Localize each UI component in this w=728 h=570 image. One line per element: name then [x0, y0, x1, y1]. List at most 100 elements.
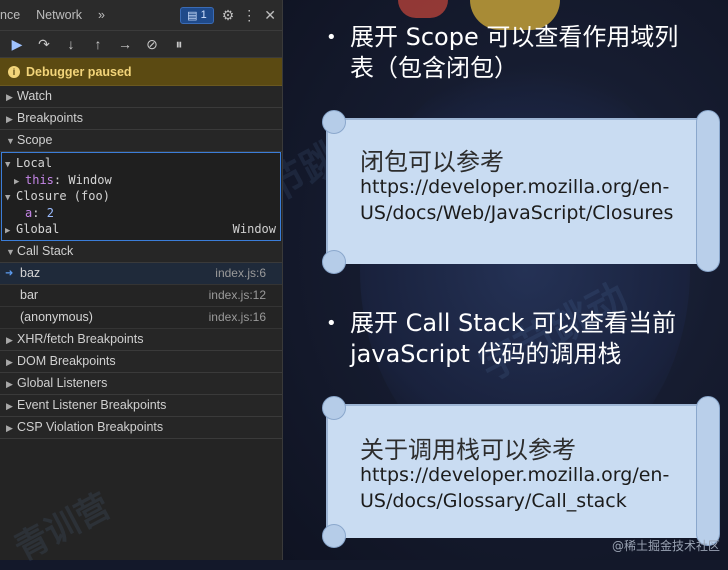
- scope-global[interactable]: ▶ Global Window: [2, 221, 280, 238]
- scroll-curl: [322, 524, 346, 548]
- reference-card-call-stack: 关于调用栈可以参考 https://developer.mozilla.org/…: [322, 396, 720, 548]
- section-breakpoints[interactable]: ▶ Breakpoints: [0, 108, 282, 130]
- more-vert-icon[interactable]: ⋮: [242, 8, 256, 22]
- card-url[interactable]: https://developer.mozilla.org/en- US/doc…: [360, 174, 673, 226]
- message-icon: ▤: [187, 9, 198, 22]
- caret-right-icon: ▶: [6, 400, 13, 411]
- gear-icon[interactable]: ⚙: [222, 8, 235, 22]
- scope-label: Local: [16, 156, 53, 170]
- section-label: Call Stack: [17, 243, 74, 258]
- section-event-listener-breakpoints[interactable]: ▶ Event Listener Breakpoints: [0, 394, 282, 417]
- frame-name: baz: [20, 265, 41, 280]
- scroll-curl: [322, 110, 346, 134]
- step-icon[interactable]: →: [117, 36, 133, 52]
- card-url-line: https://developer.mozilla.org/en-: [360, 464, 670, 486]
- bullet-text-line: 展开 Scope 可以查看作用域列: [350, 23, 679, 51]
- caret-right-icon: ▶: [6, 334, 13, 345]
- card-url[interactable]: https://developer.mozilla.org/en- US/doc…: [360, 462, 669, 514]
- devtools-panel: nce Network » ▤ 1 ⚙ ⋮ ✕ ▶ ↷ ↓ ↑ → ⊘ ⏸ i …: [0, 0, 283, 569]
- section-label: Scope: [17, 133, 53, 147]
- section-label: Breakpoints: [17, 111, 84, 125]
- reference-card-closures: 闭包可以参考 https://developer.mozilla.org/en-…: [322, 110, 720, 274]
- more-tabs-button[interactable]: »: [90, 0, 113, 30]
- section-scope[interactable]: ▼ Scope: [0, 130, 282, 152]
- debugger-paused-banner: i Debugger paused: [0, 58, 282, 86]
- section-watch[interactable]: ▶ Watch: [0, 86, 282, 108]
- scope-closure[interactable]: ▼ Closure (foo): [2, 188, 280, 205]
- issues-count: 1: [200, 9, 207, 21]
- step-out-icon[interactable]: ↑: [90, 36, 106, 52]
- caret-down-icon: ▼: [6, 246, 15, 257]
- bullet-call-stack: • 展开 Call Stack 可以查看当前 javaScript 代码的调用栈: [326, 308, 677, 370]
- scope-value: 2: [46, 205, 54, 220]
- scope-a-row[interactable]: a: 2: [2, 205, 280, 222]
- bullet-text-line: 表（包含闭包）: [350, 54, 518, 82]
- call-frame[interactable]: ➜ baz index.js:6: [0, 262, 282, 285]
- current-frame-arrow-icon: ➜: [5, 267, 14, 279]
- scope-key: this: [25, 172, 54, 187]
- section-xhr-breakpoints[interactable]: ▶ XHR/fetch Breakpoints: [0, 328, 282, 351]
- step-into-icon[interactable]: ↓: [63, 36, 79, 52]
- deactivate-breakpoints-icon[interactable]: ⊘: [144, 36, 160, 53]
- section-label: XHR/fetch Breakpoints: [17, 331, 144, 346]
- bullet-text-line: javaScript 代码的调用栈: [350, 340, 622, 368]
- section-label: Event Listener Breakpoints: [17, 397, 167, 412]
- section-global-listeners[interactable]: ▶ Global Listeners: [0, 372, 282, 395]
- info-icon: i: [8, 65, 20, 78]
- section-label: CSP Violation Breakpoints: [17, 419, 164, 434]
- scope-key: a: [25, 205, 33, 220]
- call-frame[interactable]: bar index.js:12: [0, 285, 282, 307]
- scope-value: Window: [68, 172, 112, 187]
- section-call-stack[interactable]: ▼ Call Stack: [0, 240, 282, 263]
- section-csp-breakpoints[interactable]: ▶ CSP Violation Breakpoints: [0, 416, 282, 439]
- credit-text: @稀土掘金技术社区: [611, 539, 720, 553]
- caret-right-icon: ▶: [6, 92, 13, 102]
- caret-right-icon: ▶: [6, 378, 13, 389]
- card-title: 关于调用栈可以参考: [360, 436, 576, 464]
- scope-label: Closure (foo): [16, 189, 110, 203]
- watermark: 青训营: [8, 485, 118, 570]
- section-label: Watch: [17, 89, 52, 103]
- resume-icon[interactable]: ▶: [9, 36, 25, 53]
- scroll-curl: [322, 250, 346, 274]
- step-over-icon[interactable]: ↷: [36, 36, 52, 53]
- scope-value: Window: [232, 222, 276, 236]
- card-url-line: US/docs/Glossary/Call_stack: [360, 490, 627, 512]
- caret-right-icon: ▶: [6, 356, 13, 367]
- bullet-scope: • 展开 Scope 可以查看作用域列 表（包含闭包）: [326, 22, 679, 84]
- frame-location[interactable]: index.js:12: [209, 285, 266, 306]
- caret-right-icon: ▶: [5, 226, 11, 236]
- pause-on-exceptions-icon[interactable]: ⏸: [171, 36, 187, 53]
- scope-this-row[interactable]: ▶ this: Window: [2, 172, 280, 189]
- card-url-line: https://developer.mozilla.org/en-: [360, 176, 670, 198]
- frame-name: (anonymous): [20, 309, 93, 324]
- close-icon[interactable]: ✕: [264, 8, 276, 22]
- scope-label: Global: [16, 222, 60, 236]
- debugger-toolbar: ▶ ↷ ↓ ↑ → ⊘ ⏸: [0, 31, 282, 58]
- caret-right-icon: ▶: [6, 422, 13, 433]
- tab-network[interactable]: Network: [28, 0, 90, 30]
- scroll-curl: [696, 110, 720, 272]
- bullet-dot: •: [326, 313, 337, 334]
- call-frame[interactable]: (anonymous) index.js:16: [0, 307, 282, 329]
- card-title: 闭包可以参考: [360, 148, 504, 176]
- caret-right-icon: ▶: [6, 114, 13, 124]
- issues-badge[interactable]: ▤ 1: [180, 6, 214, 24]
- decorative-shape: [398, 0, 448, 18]
- tab-console[interactable]: nce: [0, 0, 28, 30]
- frame-name: bar: [20, 287, 39, 302]
- bullet-text-line: 展开 Call Stack 可以查看当前: [350, 309, 677, 337]
- paused-label: Debugger paused: [26, 64, 132, 79]
- devtools-tabbar: nce Network » ▤ 1 ⚙ ⋮ ✕: [0, 0, 282, 31]
- scroll-curl: [696, 396, 720, 546]
- frame-location[interactable]: index.js:6: [215, 263, 266, 284]
- section-label: Global Listeners: [17, 375, 108, 390]
- frame-location[interactable]: index.js:16: [209, 307, 266, 328]
- caret-down-icon: ▼: [6, 136, 15, 146]
- scope-local[interactable]: ▼ Local: [2, 155, 280, 172]
- scroll-curl: [322, 396, 346, 420]
- section-dom-breakpoints[interactable]: ▶ DOM Breakpoints: [0, 350, 282, 373]
- card-url-line: US/docs/Web/JavaScript/Closures: [360, 202, 674, 224]
- section-label: DOM Breakpoints: [17, 353, 116, 368]
- bullet-dot: •: [326, 27, 337, 48]
